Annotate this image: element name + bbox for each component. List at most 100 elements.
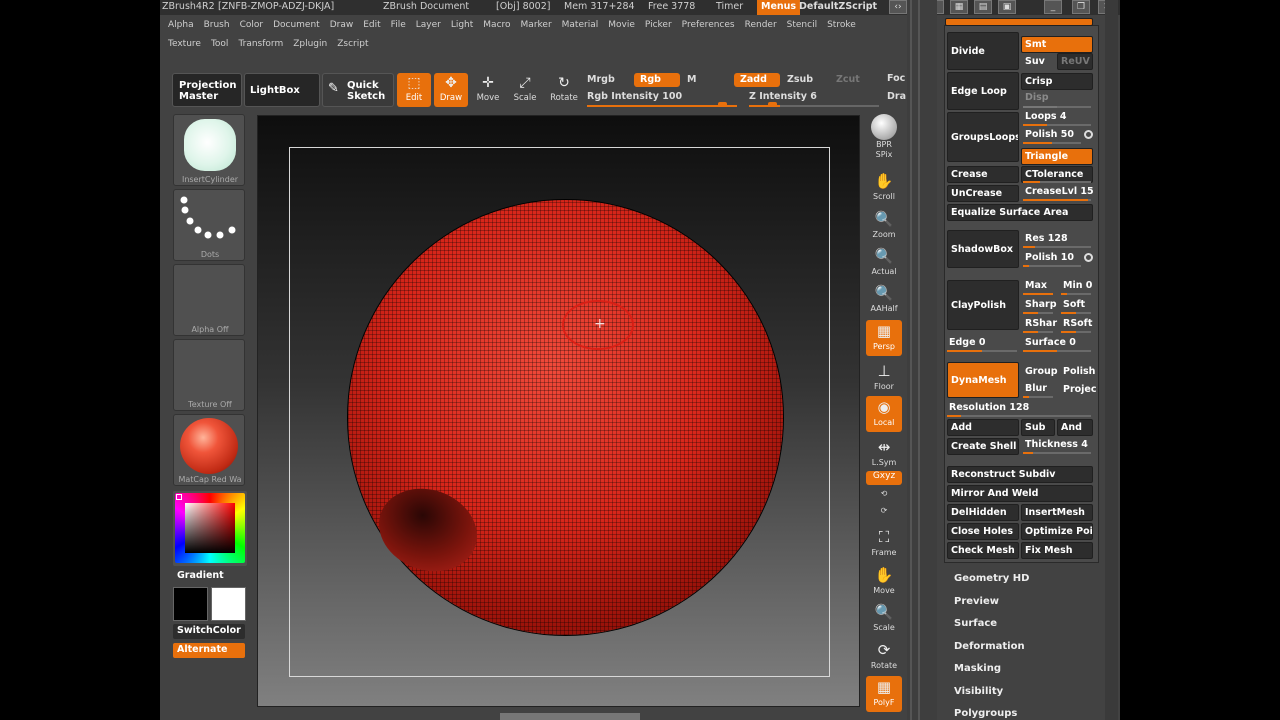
groups-loops-button[interactable]: GroupsLoops [947, 112, 1019, 162]
rotate-view-button[interactable]: ⟳ Rotate [866, 639, 902, 675]
menu-transform[interactable]: Transform [238, 39, 283, 49]
rgb-intensity-track[interactable] [587, 105, 737, 107]
menu-preferences[interactable]: Preferences [682, 20, 735, 30]
projection-master-button[interactable]: Projection Master [172, 73, 242, 107]
polyf-button[interactable]: ▦ PolyF [866, 676, 902, 712]
lock-icon[interactable]: ▣ [998, 0, 1016, 14]
subpalette-visibility[interactable]: Visibility [954, 686, 1003, 697]
m-button[interactable]: M [687, 74, 696, 85]
suv-toggle[interactable]: Suv [1025, 56, 1045, 67]
actual-button[interactable]: 🔍 Actual [866, 245, 902, 281]
zoom-button[interactable]: 🔍 Zoom [866, 208, 902, 244]
disp-slider[interactable]: Disp [1025, 92, 1049, 103]
insertmesh-button[interactable]: InsertMesh [1021, 504, 1093, 521]
menu-render[interactable]: Render [745, 20, 777, 30]
draw-button[interactable]: ✥ Draw [434, 73, 468, 107]
material-thumbnail[interactable]: MatCap Red Wa [173, 414, 245, 486]
add-button[interactable]: Add [947, 419, 1019, 436]
fix-mesh-button[interactable]: Fix Mesh [1021, 542, 1093, 559]
edge-loop-button[interactable]: Edge Loop [947, 72, 1019, 110]
crease-button[interactable]: Crease [947, 166, 1019, 183]
mrgb-button[interactable]: Mrgb [587, 74, 615, 85]
sharp-slider[interactable]: Sharp [1025, 299, 1057, 310]
polish-toggle[interactable]: Polish [1063, 366, 1095, 377]
frame-button[interactable]: ⛶ Frame [866, 526, 902, 562]
tool-thumbnail[interactable]: InsertCylinder [173, 114, 245, 186]
check-mesh-button[interactable]: Check Mesh [947, 542, 1019, 559]
smt-toggle[interactable]: Smt [1021, 36, 1093, 53]
save-ui-icon[interactable]: ▤ [974, 0, 992, 14]
max-track[interactable] [1023, 293, 1053, 295]
draw-size-label[interactable]: Dra [887, 91, 906, 102]
menu-light[interactable]: Light [451, 20, 473, 30]
divide-button[interactable]: Divide [947, 32, 1019, 70]
xyz-button[interactable]: Gxyz [866, 471, 902, 485]
optimize-points-button[interactable]: Optimize Poi [1021, 523, 1093, 540]
soft-slider[interactable]: Soft [1063, 299, 1085, 310]
menu-draw[interactable]: Draw [330, 20, 354, 30]
edge-track[interactable] [947, 350, 1017, 352]
stroke-thumbnail[interactable]: Dots [173, 189, 245, 261]
document-canvas[interactable] [257, 115, 860, 707]
rgb-intensity-slider[interactable]: Rgb Intensity 100 [587, 91, 682, 102]
group-toggle[interactable]: Group [1025, 366, 1058, 377]
blur-slider[interactable]: Blur [1025, 383, 1047, 394]
mirror-and-weld-button[interactable]: Mirror And Weld [947, 485, 1093, 502]
rotate-button[interactable]: ↻ Rotate [547, 73, 581, 107]
uncrease-button[interactable]: UnCrease [947, 185, 1019, 202]
menu-stroke[interactable]: Stroke [827, 20, 856, 30]
menu-layer[interactable]: Layer [416, 20, 441, 30]
edit-button[interactable]: ⬚ Edit [397, 73, 431, 107]
menus-button[interactable]: Menus [757, 0, 801, 15]
bpr-button[interactable]: BPR [866, 114, 902, 150]
equalize-surface-area-button[interactable]: Equalize Surface Area [947, 204, 1093, 221]
delhidden-button[interactable]: DelHidden [947, 504, 1019, 521]
min-track[interactable] [1061, 293, 1091, 295]
reconstruct-subdiv-button[interactable]: Reconstruct Subdiv [947, 466, 1093, 483]
switch-color-button[interactable]: SwitchColor [173, 624, 245, 639]
rgb-button[interactable]: Rgb [634, 73, 680, 87]
triangle-toggle[interactable]: Triangle [1021, 148, 1093, 165]
rsharp-track[interactable] [1023, 331, 1053, 333]
and-button[interactable]: And [1057, 419, 1093, 436]
z-intensity-knob[interactable] [768, 102, 777, 107]
subpalette-deformation[interactable]: Deformation [954, 641, 1025, 652]
surface-slider[interactable]: Surface 0 [1025, 337, 1076, 348]
sharp-track[interactable] [1023, 312, 1053, 314]
alpha-thumbnail[interactable]: Alpha Off [173, 264, 245, 336]
loops-slider[interactable]: Loops 4 [1025, 111, 1066, 122]
scale-view-button[interactable]: 🔍 Scale [866, 601, 902, 637]
menu-color[interactable]: Color [240, 20, 264, 30]
local-button[interactable]: ◉ Local [866, 396, 902, 432]
subpalette-geometry-hd[interactable]: Geometry HD [954, 573, 1029, 584]
zcut-button[interactable]: Zcut [836, 74, 860, 85]
menu-picker[interactable]: Picker [645, 20, 672, 30]
gradient-button[interactable]: Gradient [173, 569, 245, 584]
menu-zplugin[interactable]: Zplugin [293, 39, 327, 49]
reuv-button[interactable]: ReUV [1057, 53, 1093, 70]
rotate-z-icon[interactable]: ⟳ [866, 506, 902, 522]
subpalette-polygroups[interactable]: Polygroups [954, 708, 1017, 719]
menu-marker[interactable]: Marker [521, 20, 552, 30]
z-intensity-slider[interactable]: Z Intensity 6 [749, 91, 817, 102]
tray-scrollbar[interactable] [1105, 0, 1118, 720]
disp-track[interactable] [1023, 106, 1091, 108]
min-slider[interactable]: Min 0 [1063, 280, 1092, 291]
blur-track[interactable] [1023, 396, 1053, 398]
thickness-slider[interactable]: Thickness 4 [1025, 439, 1088, 450]
subpalette-preview[interactable]: Preview [954, 596, 999, 607]
polish-10-track[interactable] [1023, 265, 1081, 267]
surface-track[interactable] [1023, 350, 1091, 352]
polish-10-radio[interactable] [1084, 253, 1093, 262]
canvas-scroll-handle[interactable] [500, 713, 640, 720]
crease-level-slider[interactable]: CreaseLvl 15 [1025, 186, 1094, 197]
edge-slider[interactable]: Edge 0 [949, 337, 985, 348]
polish-10-slider[interactable]: Polish 10 [1025, 252, 1074, 263]
move-button[interactable]: ✛ Move [471, 73, 505, 107]
thickness-track[interactable] [1023, 452, 1091, 454]
res-slider[interactable]: Res 128 [1025, 233, 1068, 244]
polish-50-slider[interactable]: Polish 50 [1025, 129, 1074, 140]
menu-brush[interactable]: Brush [204, 20, 230, 30]
menu-stencil[interactable]: Stencil [787, 20, 817, 30]
lightbox-button[interactable]: LightBox [244, 73, 320, 107]
